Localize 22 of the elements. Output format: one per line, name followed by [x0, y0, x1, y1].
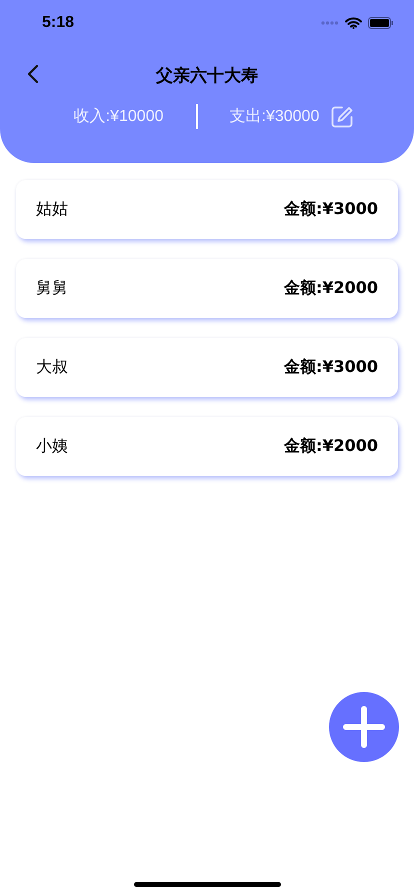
entry-name: 舅舅: [36, 278, 68, 299]
page-title: 父亲六十大寿: [156, 64, 258, 86]
plus-icon: [342, 705, 386, 749]
entry-amount: 金额:¥2000: [284, 436, 378, 457]
income-total: 收入:¥10000: [74, 106, 164, 127]
entry-card[interactable]: 小姨 金额:¥2000: [16, 417, 398, 476]
status-time: 5:18: [42, 14, 74, 32]
entry-card[interactable]: 姑姑 金额:¥3000: [16, 180, 398, 239]
signal-icon: [321, 21, 339, 25]
entry-card[interactable]: 大叔 金额:¥3000: [16, 338, 398, 397]
entry-amount: 金额:¥3000: [284, 357, 378, 378]
entry-name: 小姨: [36, 436, 68, 457]
entry-card[interactable]: 舅舅 金额:¥2000: [16, 259, 398, 318]
entry-name: 姑姑: [36, 199, 68, 220]
entry-name: 大叔: [36, 357, 68, 378]
entry-amount: 金额:¥3000: [284, 199, 378, 220]
edit-icon[interactable]: [330, 104, 354, 128]
expense-total: 支出:¥30000: [230, 106, 320, 127]
back-icon[interactable]: [27, 64, 39, 84]
battery-icon: [368, 17, 394, 29]
wifi-icon: [345, 17, 362, 29]
entry-amount: 金额:¥2000: [284, 278, 378, 299]
